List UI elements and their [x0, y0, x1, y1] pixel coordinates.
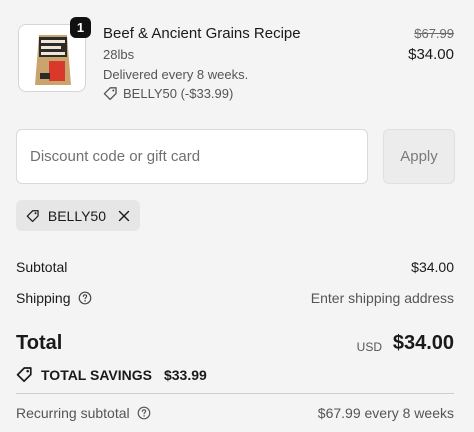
tag-icon	[26, 209, 39, 222]
remove-code-button[interactable]	[118, 210, 130, 222]
apply-button[interactable]: Apply	[383, 129, 455, 184]
subtotal-label: Subtotal	[16, 259, 67, 275]
help-icon[interactable]	[78, 291, 92, 305]
product-discount-label: BELLY50 (-$33.99)	[123, 86, 234, 101]
original-price: $67.99	[414, 26, 454, 41]
product-discount: BELLY50 (-$33.99)	[103, 86, 233, 101]
discount-code-input[interactable]	[16, 129, 368, 184]
applied-code-label: BELLY50	[47, 207, 106, 224]
shipping-label-text: Shipping	[16, 290, 71, 306]
total-savings: TOTAL SAVINGS $33.99	[16, 366, 207, 383]
delivery-frequency: Delivered every 8 weeks.	[103, 67, 249, 82]
quantity-badge: 1	[70, 17, 91, 38]
total-currency: USD	[356, 340, 382, 354]
total-value: $34.00	[392, 332, 454, 354]
tag-icon	[103, 87, 117, 101]
close-icon	[118, 210, 130, 221]
recurring-subtotal-label-text: Recurring subtotal	[16, 405, 130, 421]
tag-icon	[16, 367, 32, 383]
help-icon[interactable]	[137, 406, 151, 420]
shipping-label: Shipping	[16, 290, 92, 306]
shipping-value: Enter shipping address	[310, 290, 454, 306]
product-weight: 28lbs	[103, 47, 135, 62]
total-savings-label: TOTAL SAVINGS	[41, 366, 152, 383]
total-savings-value: $33.99	[163, 366, 207, 383]
product-name: Beef & Ancient Grains Recipe	[103, 25, 301, 42]
total-label: Total	[16, 332, 63, 354]
divider	[16, 393, 454, 394]
subtotal-value: $34.00	[411, 259, 454, 275]
recurring-subtotal-value: $67.99 every 8 weeks	[317, 405, 454, 421]
recurring-subtotal-label: Recurring subtotal	[16, 405, 151, 421]
subtotal-label-text: Subtotal	[16, 259, 68, 275]
applied-code-chip: BELLY50	[16, 200, 140, 231]
current-price: $34.00	[408, 46, 454, 63]
